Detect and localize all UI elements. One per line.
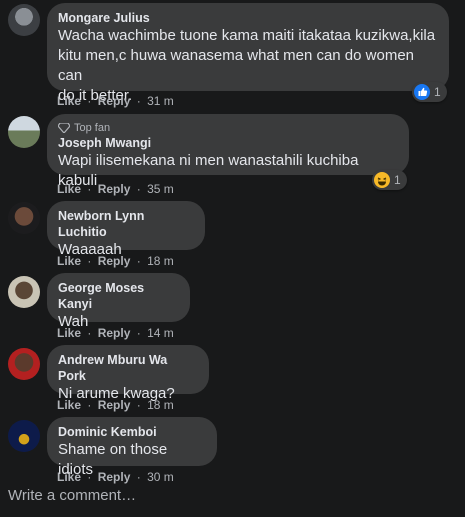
- write-comment-input[interactable]: Write a comment…: [8, 487, 136, 504]
- comment-author[interactable]: Newborn Lynn Luchitio: [58, 208, 193, 240]
- reply-button[interactable]: Reply: [98, 182, 131, 196]
- separator: ·: [136, 326, 141, 340]
- avatar[interactable]: [8, 116, 40, 148]
- comment-timestamp[interactable]: 35 m: [147, 182, 174, 196]
- like-button[interactable]: Like: [57, 470, 81, 484]
- comment-actions: Like · Reply · 14 m: [57, 326, 174, 340]
- separator: ·: [136, 398, 141, 412]
- like-button[interactable]: Like: [57, 254, 81, 268]
- comment-bubble: Top fan Joseph Mwangi Wapi ilisemekana n…: [47, 114, 409, 189]
- badge-label: Top fan: [74, 122, 111, 134]
- diamond-icon: [58, 123, 70, 133]
- separator: ·: [87, 254, 92, 268]
- separator: ·: [87, 326, 92, 340]
- avatar[interactable]: [8, 348, 40, 380]
- reply-button[interactable]: Reply: [98, 470, 131, 484]
- avatar[interactable]: [8, 4, 40, 36]
- separator: ·: [87, 470, 92, 484]
- separator: ·: [87, 94, 92, 108]
- reaction-count: 1: [434, 85, 441, 99]
- separator: ·: [136, 254, 141, 268]
- comment-bubble: Andrew Mburu Wa Pork Ni arume kwaga?: [47, 345, 209, 402]
- comment-bubble: Mongare Julius Wacha wachimbe tuone kama…: [47, 3, 449, 104]
- reaction-summary[interactable]: 1: [372, 170, 407, 190]
- like-button[interactable]: Like: [57, 182, 81, 196]
- avatar[interactable]: [8, 276, 40, 308]
- haha-icon: [374, 172, 390, 188]
- like-button[interactable]: Like: [57, 326, 81, 340]
- comment-author[interactable]: Dominic Kemboi: [58, 424, 205, 440]
- separator: ·: [136, 470, 141, 484]
- comment-bubble: George Moses Kanyi Wah: [47, 273, 190, 330]
- comment-actions: Like · Reply · 18 m: [57, 254, 174, 268]
- reaction-count: 1: [394, 173, 401, 187]
- top-fan-badge: Top fan: [58, 121, 397, 135]
- avatar[interactable]: [8, 420, 40, 452]
- comment-author[interactable]: Mongare Julius: [58, 10, 437, 26]
- comment-author[interactable]: Joseph Mwangi: [58, 135, 397, 151]
- comment-bubble: Dominic Kemboi Shame on those idiots: [47, 417, 217, 478]
- separator: ·: [136, 182, 141, 196]
- separator: ·: [87, 182, 92, 196]
- comment-actions: Like · Reply · 18 m: [57, 398, 174, 412]
- reaction-summary[interactable]: 1: [412, 82, 447, 102]
- comment-timestamp[interactable]: 18 m: [147, 398, 174, 412]
- comment-timestamp[interactable]: 30 m: [147, 470, 174, 484]
- separator: ·: [136, 94, 141, 108]
- comment-text: Wacha wachimbe tuone kama maiti itakataa…: [58, 27, 436, 44]
- reply-button[interactable]: Reply: [98, 254, 131, 268]
- reply-button[interactable]: Reply: [98, 94, 131, 108]
- avatar[interactable]: [8, 202, 40, 234]
- comment-author[interactable]: George Moses Kanyi: [58, 280, 178, 312]
- reply-button[interactable]: Reply: [98, 326, 131, 340]
- comment-timestamp[interactable]: 18 m: [147, 254, 174, 268]
- comment-actions: Like · Reply · 31 m: [57, 94, 174, 108]
- comment-author[interactable]: Andrew Mburu Wa Pork: [58, 352, 197, 384]
- reply-button[interactable]: Reply: [98, 398, 131, 412]
- comment-bubble: Newborn Lynn Luchitio Waaaaah: [47, 201, 205, 258]
- like-button[interactable]: Like: [57, 94, 81, 108]
- comment-timestamp[interactable]: 14 m: [147, 326, 174, 340]
- comment-timestamp[interactable]: 31 m: [147, 94, 174, 108]
- comment-actions: Like · Reply · 35 m: [57, 182, 174, 196]
- comment-actions: Like · Reply · 30 m: [57, 470, 174, 484]
- like-button[interactable]: Like: [57, 398, 81, 412]
- comment-text: kitu men,c huwa wanasema what men can do…: [58, 47, 415, 84]
- separator: ·: [87, 398, 92, 412]
- like-icon: [414, 84, 430, 100]
